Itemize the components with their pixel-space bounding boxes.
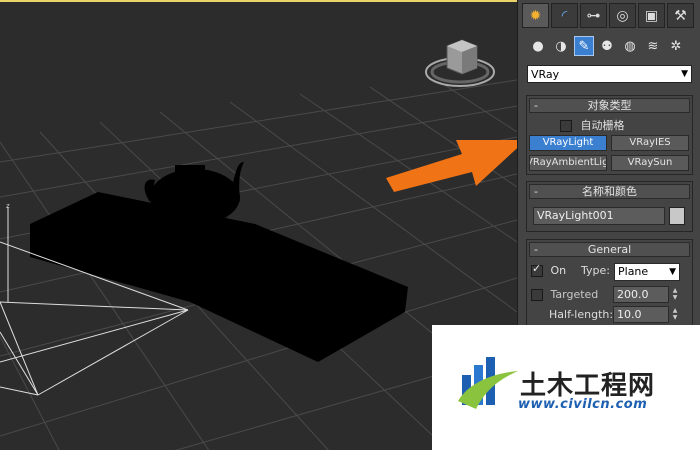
command-panel-tabs: ✹ ◜ ⊶ ◎ ▣ ⚒ (522, 3, 694, 29)
vrayambientlight-button[interactable]: VRayAmbientLight (529, 155, 607, 171)
helpers-button[interactable]: ◍ (620, 36, 640, 56)
geometry-icon: ● (532, 38, 544, 54)
object-name-field[interactable]: VRayLight001 (533, 207, 665, 225)
shapes-button[interactable]: ◑ (551, 36, 571, 56)
object-type-rollout: - 对象类型 自动栅格 VRayLight VRayIES VRayAmbien… (526, 95, 693, 175)
motion-tab[interactable]: ◎ (609, 3, 636, 28)
object-type-title: 对象类型 (587, 99, 632, 112)
collapse-icon: - (534, 243, 538, 256)
space-warps-button[interactable]: ≋ (643, 36, 663, 56)
space-warps-icon: ≋ (647, 38, 659, 54)
targeted-distance-field[interactable]: 200.0 (613, 286, 669, 303)
viewcube-icon[interactable] (425, 39, 495, 87)
modify-icon: ◜ (561, 7, 568, 24)
utilities-icon: ⚒ (674, 7, 687, 24)
axis-label: z (6, 202, 10, 210)
type-label: Type: (581, 264, 610, 277)
half-length-field[interactable]: 10.0 (613, 306, 669, 323)
on-row[interactable]: On (531, 262, 567, 277)
hierarchy-icon: ⊶ (586, 7, 601, 24)
lights-icon: ✎ (578, 38, 590, 54)
half-length-spinner-icon[interactable]: ▲ ▼ (671, 307, 679, 322)
display-icon: ▣ (644, 7, 659, 24)
general-title: General (587, 243, 632, 256)
object-type-header[interactable]: - 对象类型 (529, 98, 690, 113)
autogrid-label: 自动栅格 (580, 119, 625, 132)
vraylight-button[interactable]: VRayLight (529, 135, 607, 151)
targeted-spinner-icon[interactable]: ▲ ▼ (671, 287, 679, 302)
motion-icon: ◎ (616, 7, 629, 24)
targeted-label: Targeted (550, 288, 599, 301)
vraysun-button[interactable]: VRaySun (611, 155, 689, 171)
modify-tab[interactable]: ◜ (551, 3, 578, 28)
name-color-header[interactable]: - 名称和颜色 (529, 184, 690, 199)
scene-silhouette (30, 162, 408, 362)
create-tab[interactable]: ✹ (522, 3, 549, 28)
category-dropdown[interactable]: VRay ▼ (527, 65, 692, 83)
cameras-icon: ⚉ (601, 38, 613, 54)
chevron-down-icon: ▼ (669, 267, 676, 277)
on-checkbox[interactable] (531, 262, 543, 277)
general-header[interactable]: - General (529, 242, 690, 257)
collapse-icon: - (534, 99, 538, 112)
watermark-url: www.civilcn.com (518, 397, 648, 412)
general-rollout: - General On Type: Plane ▼ Targeted 200.… (526, 239, 693, 329)
cameras-button[interactable]: ⚉ (597, 36, 617, 56)
systems-icon: ✲ (670, 38, 682, 54)
autogrid-checkbox[interactable] (560, 120, 572, 132)
targeted-checkbox[interactable] (531, 289, 543, 301)
geometry-button[interactable]: ● (528, 36, 548, 56)
subcategory-bar: ● ◑ ✎ ⚉ ◍ ≋ ✲ (528, 36, 686, 56)
type-dropdown-value: Plane (618, 265, 649, 278)
orange-arrow-icon (386, 140, 526, 192)
name-color-title: 名称和颜色 (582, 185, 637, 198)
chevron-down-icon: ▼ (681, 69, 688, 79)
name-color-rollout: - 名称和颜色 VRayLight001 (526, 181, 693, 232)
watermark-logo-icon (458, 357, 518, 409)
lights-button[interactable]: ✎ (574, 36, 594, 56)
shapes-icon: ◑ (555, 38, 567, 54)
vrayies-button[interactable]: VRayIES (611, 135, 689, 151)
autogrid-row[interactable]: 自动栅格 (560, 117, 625, 133)
create-icon: ✹ (529, 7, 542, 24)
watermark: 土木工程网 www.civilcn.com (432, 325, 700, 450)
object-color-swatch[interactable] (669, 207, 685, 225)
targeted-row[interactable]: Targeted (531, 288, 598, 301)
utilities-tab[interactable]: ⚒ (667, 3, 694, 28)
on-label: On (550, 264, 567, 277)
display-tab[interactable]: ▣ (638, 3, 665, 28)
category-dropdown-value: VRay (531, 67, 560, 81)
helpers-icon: ◍ (624, 38, 636, 54)
half-length-label: Half-length: (549, 308, 614, 321)
hierarchy-tab[interactable]: ⊶ (580, 3, 607, 28)
systems-button[interactable]: ✲ (666, 36, 686, 56)
type-dropdown[interactable]: Plane ▼ (614, 263, 680, 281)
collapse-icon: - (534, 185, 538, 198)
